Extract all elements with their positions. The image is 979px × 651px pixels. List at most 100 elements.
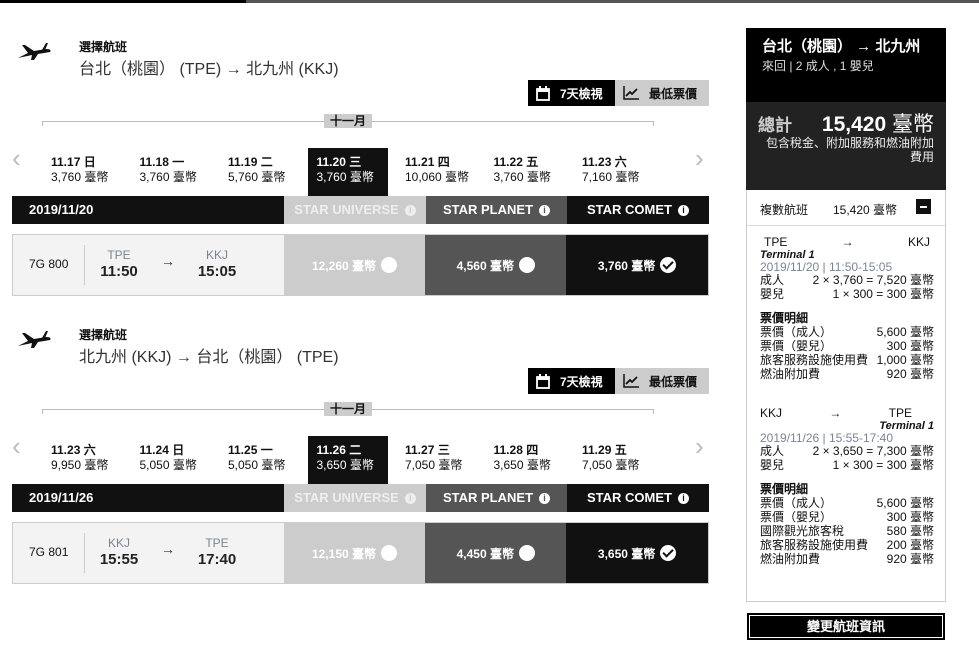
chart-icon bbox=[623, 374, 639, 388]
fare-class-star-universe: STAR UNIVERSE bbox=[284, 484, 426, 512]
leg-route: TPE → KKJ bbox=[760, 235, 934, 249]
fare-class-label: STAR COMET bbox=[587, 490, 672, 505]
prev-dates-arrow-icon[interactable]: ‹ bbox=[12, 433, 26, 460]
next-dates-arrow-icon[interactable]: › bbox=[695, 145, 709, 172]
date-option[interactable]: 11.20 三 3,760 臺幣 bbox=[307, 148, 388, 196]
next-dates-arrow-icon[interactable]: › bbox=[695, 433, 709, 460]
passenger-type: 嬰兒 bbox=[760, 287, 785, 301]
arrival-time: 17:40 bbox=[197, 551, 237, 568]
date-option[interactable]: 11.22 五 3,760 臺幣 bbox=[485, 148, 565, 196]
fare-class-label: STAR PLANET bbox=[442, 490, 534, 505]
flight-info: 7G 801 KKJ 15:55 → TPE 17:40 bbox=[13, 523, 284, 583]
fare-class-star-universe: STAR UNIVERSE bbox=[284, 196, 426, 224]
breakdown-row: 票價（成人） 5,600 臺幣 bbox=[760, 496, 934, 510]
breakdown-row: 旅客服務設施使用費 1,000 臺幣 bbox=[760, 353, 934, 367]
breakdown-label: 票價（成人） bbox=[760, 496, 833, 510]
breakdown-value: 580 臺幣 bbox=[886, 524, 934, 538]
trip-summary-header: 台北（桃園） → 北九州 來回 | 2 成人 , 1 嬰兒 bbox=[746, 28, 946, 102]
date-option[interactable]: 11.26 二 3,650 臺幣 bbox=[307, 436, 388, 484]
info-icon[interactable] bbox=[404, 204, 416, 216]
seven-day-view-label: 7天檢視 bbox=[560, 86, 603, 101]
info-icon[interactable] bbox=[539, 204, 551, 216]
date-option[interactable]: 11.19 二 5,760 臺幣 bbox=[219, 148, 299, 196]
flight-number: 7G 800 bbox=[29, 257, 69, 271]
date-day: 11.19 二 bbox=[228, 155, 273, 169]
breakdown-row: 國際觀光旅客稅 580 臺幣 bbox=[760, 524, 934, 538]
date-day: 11.28 四 bbox=[493, 443, 539, 457]
fare-class-star-comet: STAR COMET bbox=[567, 484, 709, 512]
fare-option-planet[interactable]: 4,450 臺幣 bbox=[425, 523, 567, 583]
date-price: 3,760 臺幣 bbox=[51, 170, 109, 184]
arrival: TPE 17:40 bbox=[192, 536, 242, 568]
selected-date-label: 2019/11/20 bbox=[12, 196, 284, 224]
fare-option-universe[interactable]: 12,260 臺幣 bbox=[283, 235, 426, 295]
seven-day-view-label: 7天檢視 bbox=[560, 374, 603, 389]
breakdown-label: 旅客服務設施使用費 bbox=[760, 353, 869, 367]
leg-from: TPE bbox=[764, 235, 788, 249]
date-price: 3,650 臺幣 bbox=[493, 458, 551, 472]
date-option[interactable]: 11.29 五 7,050 臺幣 bbox=[573, 436, 653, 484]
date-option[interactable]: 11.23 六 7,160 臺幣 bbox=[573, 148, 653, 196]
fare-option-universe[interactable]: 12,150 臺幣 bbox=[283, 523, 426, 583]
flight-row: 7G 800 TPE 11:50 → KKJ 15:05 12,260 臺幣 4… bbox=[12, 234, 709, 296]
date-price: 7,050 臺幣 bbox=[405, 458, 463, 472]
fare-class-label: STAR COMET bbox=[587, 202, 672, 217]
date-option[interactable]: 11.18 一 3,760 臺幣 bbox=[131, 148, 211, 196]
flight-number: 7G 801 bbox=[29, 545, 69, 559]
fare-class-star-planet: STAR PLANET bbox=[426, 196, 567, 224]
radio-button[interactable] bbox=[660, 257, 677, 273]
breakdown-row: 票價（嬰兒） 300 臺幣 bbox=[760, 339, 934, 353]
info-icon[interactable] bbox=[404, 492, 416, 504]
radio-button[interactable] bbox=[381, 257, 398, 273]
info-icon[interactable] bbox=[677, 492, 689, 504]
breakdown-value: 200 臺幣 bbox=[886, 538, 934, 552]
lowest-fare-button[interactable]: 最低票價 bbox=[615, 80, 709, 106]
date-option[interactable]: 11.25 一 5,050 臺幣 bbox=[219, 436, 299, 484]
lowest-fare-button[interactable]: 最低票價 bbox=[615, 368, 709, 394]
info-icon[interactable] bbox=[539, 492, 551, 504]
month-label: 十一月 bbox=[324, 114, 372, 128]
fare-price: 4,450 臺幣 bbox=[456, 546, 514, 561]
seven-day-view-button[interactable]: 7天檢視 bbox=[528, 80, 615, 106]
date-price: 7,160 臺幣 bbox=[582, 170, 640, 184]
breakdown-label: 旅客服務設施使用費 bbox=[760, 538, 869, 552]
fare-header: 2019/11/26 STAR UNIVERSE STAR PLANET STA… bbox=[12, 484, 709, 512]
flight-section: 選擇航班 台北（桃園） (TPE) → 北九州 (KKJ) 7天檢視 最低票價 … bbox=[12, 38, 709, 296]
fare-option-comet[interactable]: 3,760 臺幣 bbox=[566, 235, 708, 295]
radio-button[interactable] bbox=[518, 545, 535, 561]
date-price: 3,760 臺幣 bbox=[316, 170, 374, 184]
fare-option-comet[interactable]: 3,650 臺幣 bbox=[566, 523, 708, 583]
total-value: 15,420 bbox=[821, 113, 887, 136]
date-option[interactable]: 11.17 日 3,760 臺幣 bbox=[42, 148, 122, 196]
arrival-code: KKJ bbox=[205, 248, 228, 262]
radio-button[interactable] bbox=[660, 545, 677, 561]
passenger-type: 成人 bbox=[760, 444, 785, 458]
fare-option-planet[interactable]: 4,560 臺幣 bbox=[425, 235, 567, 295]
date-option[interactable]: 11.24 日 5,050 臺幣 bbox=[131, 436, 211, 484]
date-option[interactable]: 11.21 四 10,060 臺幣 bbox=[396, 148, 476, 196]
breakdown-label: 燃油附加費 bbox=[760, 552, 821, 566]
collapse-icon[interactable] bbox=[916, 199, 931, 214]
radio-button[interactable] bbox=[518, 257, 535, 273]
change-flight-button[interactable]: 變更航班資訊 bbox=[747, 613, 945, 640]
passenger-cost: 2 × 3,650 = 7,300 臺幣 bbox=[812, 444, 934, 458]
breakdown-value: 5,600 臺幣 bbox=[876, 325, 934, 339]
breakdown-row: 票價（成人） 5,600 臺幣 bbox=[760, 325, 934, 339]
date-option[interactable]: 11.23 六 9,950 臺幣 bbox=[42, 436, 122, 484]
prev-dates-arrow-icon[interactable]: ‹ bbox=[12, 145, 26, 172]
leg-arrow: → bbox=[841, 235, 854, 249]
info-icon[interactable] bbox=[677, 204, 689, 216]
leg-datetime: 2019/11/20 | 11:50-15:05 bbox=[760, 260, 893, 274]
leg-summary: TPE → KKJ Terminal 1 2019/11/20 | 11:50-15:0… bbox=[760, 235, 934, 381]
total-label: 總計 bbox=[758, 116, 792, 135]
date-day: 11.25 一 bbox=[228, 443, 273, 457]
airplane-icon bbox=[14, 43, 51, 60]
total-amount: 15,420 臺幣 bbox=[822, 108, 934, 138]
seven-day-view-button[interactable]: 7天檢視 bbox=[528, 368, 615, 394]
date-option[interactable]: 11.28 四 3,650 臺幣 bbox=[485, 436, 565, 484]
leg-from: KKJ bbox=[760, 406, 783, 420]
leg-to: TPE bbox=[888, 406, 912, 420]
arrival-time: 15:05 bbox=[197, 263, 237, 280]
radio-button[interactable] bbox=[381, 545, 398, 561]
date-option[interactable]: 11.27 三 7,050 臺幣 bbox=[396, 436, 476, 484]
